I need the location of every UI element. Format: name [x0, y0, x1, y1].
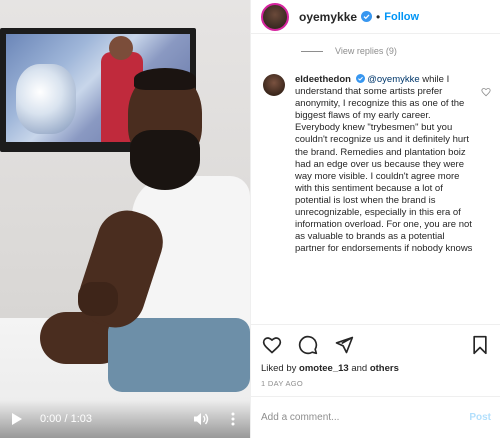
- likes-prefix: Liked by: [261, 363, 297, 374]
- comment-username[interactable]: eldeethedon: [295, 74, 351, 85]
- video-controls: 0:00 / 1:03: [0, 400, 250, 438]
- post-actions: Liked by omotee_13 and others 1 DAY AGO: [251, 324, 500, 388]
- separator-dot: •: [376, 9, 381, 24]
- likes-conjunction: and: [351, 363, 368, 374]
- verified-badge-icon: [361, 11, 373, 22]
- bookmark-icon[interactable]: [469, 334, 491, 356]
- comment-avatar[interactable]: [263, 74, 285, 96]
- comment-item: eldeethedon @oyemykke while I understand…: [263, 74, 489, 255]
- play-icon[interactable]: [8, 410, 26, 428]
- view-replies-button[interactable]: View replies (9): [301, 46, 397, 56]
- person-hair: [134, 68, 196, 90]
- comment-bubble-icon[interactable]: [297, 334, 319, 356]
- video-player[interactable]: 0:00 / 1:03: [0, 0, 250, 438]
- share-paper-plane-icon[interactable]: [333, 334, 355, 356]
- likes-user[interactable]: omotee_13: [299, 363, 349, 374]
- comment-text: while I understand that some artists pre…: [295, 74, 473, 255]
- person-beard: [130, 130, 200, 190]
- post-header: oyemykke • Follow: [251, 0, 500, 34]
- volume-icon[interactable]: [192, 410, 210, 428]
- likes-others[interactable]: others: [370, 363, 399, 374]
- like-heart-icon[interactable]: [261, 334, 283, 356]
- replies-line: [301, 50, 323, 52]
- follow-button[interactable]: Follow: [384, 11, 419, 23]
- action-row: [261, 333, 491, 357]
- comments-list[interactable]: View replies (9) eldeethedon @oyemykke w…: [251, 34, 500, 324]
- tv-scene-tree: [16, 64, 76, 134]
- verified-badge-icon: [355, 74, 365, 83]
- comment-mention[interactable]: @oyemykke: [367, 74, 419, 85]
- avatar[interactable]: [261, 2, 289, 31]
- add-comment-input[interactable]: [261, 412, 470, 423]
- person-shorts: [108, 318, 250, 392]
- comment-like-icon[interactable]: [481, 84, 491, 97]
- likes-summary: Liked by omotee_13 and others: [261, 363, 491, 374]
- post-panel: oyemykke • Follow View replies (9) eldee…: [250, 0, 500, 438]
- more-options-icon[interactable]: [224, 410, 242, 428]
- post-timestamp[interactable]: 1 DAY AGO: [261, 379, 491, 388]
- video-time: 0:00 / 1:03: [40, 413, 92, 425]
- view-replies-label: View replies (9): [335, 46, 397, 56]
- post-username[interactable]: oyemykke: [299, 10, 357, 24]
- person-fist: [78, 282, 118, 316]
- add-comment-bar: Post: [251, 396, 500, 438]
- post-comment-button[interactable]: Post: [469, 412, 491, 423]
- comment-body: eldeethedon @oyemykke while I understand…: [295, 74, 475, 255]
